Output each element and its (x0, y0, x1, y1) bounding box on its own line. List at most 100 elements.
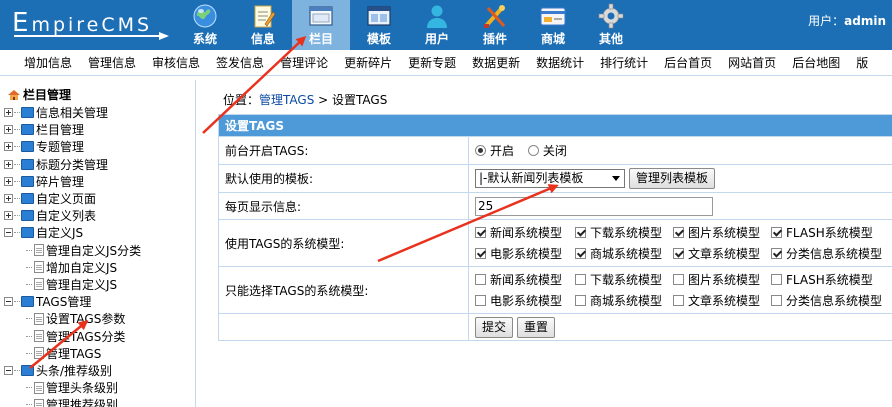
gear-icon (598, 3, 624, 29)
sidebar-item-custom-page[interactable]: 自定义页面 (4, 190, 141, 207)
subnav-ranking-stats[interactable]: 排行统计 (592, 54, 656, 71)
checkbox-unchecked[interactable] (771, 295, 782, 306)
checkbox-use-classified-model[interactable]: 分类信息系统模型 (771, 245, 883, 262)
checkbox-unchecked[interactable] (575, 295, 586, 306)
expand-icon[interactable] (4, 211, 13, 221)
folder-open-icon (21, 296, 34, 308)
sidebar-item-info-related[interactable]: 信息相关管理 (4, 104, 141, 121)
nav-user[interactable]: 用户 (408, 0, 466, 50)
sidebar-item-headline-level[interactable]: 头条/推荐级别 (4, 362, 141, 379)
checkbox-checked[interactable] (575, 227, 586, 238)
collapse-icon[interactable] (4, 228, 13, 238)
checkbox-checked[interactable] (575, 248, 586, 259)
sidebar-item-custom-list[interactable]: 自定义列表 (4, 207, 141, 224)
checkbox-use-shop-model[interactable]: 商城系统模型 (575, 245, 673, 262)
subnav-add-info[interactable]: 增加信息 (0, 54, 80, 71)
checkbox-checked[interactable] (475, 248, 486, 259)
page-icon (34, 330, 44, 343)
breadcrumb-link-manage-tags[interactable]: 管理TAGS (259, 93, 314, 107)
nav-info[interactable]: 信息 (234, 0, 292, 50)
folder-icon (21, 124, 34, 136)
sidebar-item-manage-headline-level[interactable]: 管理头条级别 (4, 379, 141, 396)
expand-icon[interactable] (4, 108, 13, 118)
subnav-update-fragments[interactable]: 更新碎片 (336, 54, 400, 71)
sidebar-item-fragment-manage[interactable]: 碎片管理 (4, 173, 141, 190)
sidebar-item-manage-js[interactable]: 管理自定义JS (4, 276, 141, 293)
subnav-sign-info[interactable]: 签发信息 (208, 54, 272, 71)
checkbox-only-classified-model[interactable]: 分类信息系统模型 (771, 292, 883, 309)
sidebar-item-column-manage[interactable]: 栏目管理 (4, 121, 141, 138)
submit-button[interactable]: 提交 (475, 316, 514, 338)
expand-icon[interactable] (4, 194, 13, 204)
radio-disable[interactable] (527, 145, 539, 156)
subnav-manage-comments[interactable]: 管理评论 (272, 54, 336, 71)
sidebar-item-custom-js[interactable]: 自定义JS (4, 224, 141, 241)
subnav-data-stats[interactable]: 数据统计 (528, 54, 592, 71)
template-select[interactable]: |-默认新闻列表模板 (475, 169, 625, 188)
nav-template[interactable]: 模板 (350, 0, 408, 50)
subnav-update-topics[interactable]: 更新专题 (400, 54, 464, 71)
label-tags-models: 使用TAGS的系统模型: (218, 219, 469, 267)
per-page-input[interactable]: 25 (475, 196, 713, 216)
expand-icon[interactable] (4, 125, 13, 135)
sidebar-tree: 信息相关管理 栏目管理 专题管理 标题分类管理 碎片管理 自定义页面 自定义列表… (4, 104, 141, 407)
subnav-admin-map[interactable]: 后台地图 (784, 54, 848, 71)
sidebar-item-manage-tags-category[interactable]: 管理TAGS分类 (4, 327, 141, 344)
checkbox-unchecked[interactable] (673, 274, 684, 285)
radio-enable[interactable] (475, 145, 486, 156)
checkbox-unchecked[interactable] (575, 274, 586, 285)
checkbox-only-article-model[interactable]: 文章系统模型 (673, 292, 771, 309)
label-select-tags-models: 只能选择TAGS的系统模型: (218, 266, 469, 314)
sidebar-item-tags-manage[interactable]: TAGS管理 (4, 293, 141, 310)
checkbox-only-movie-model[interactable]: 电影系统模型 (475, 292, 575, 309)
checkbox-use-download-model[interactable]: 下载系统模型 (575, 224, 673, 241)
manage-list-template-button[interactable]: 管理列表模板 (629, 168, 716, 189)
sidebar-item-set-tags-params[interactable]: 设置TAGS参数 (4, 310, 141, 327)
subnav-review-info[interactable]: 审核信息 (144, 54, 208, 71)
checkbox-only-shop-model[interactable]: 商城系统模型 (575, 292, 673, 309)
checkbox-checked[interactable] (771, 248, 782, 259)
breadcrumb-current: 设置TAGS (332, 93, 388, 107)
checkbox-checked[interactable] (673, 248, 684, 259)
sidebar-item-manage-js-category[interactable]: 管理自定义JS分类 (4, 242, 141, 259)
checkbox-unchecked[interactable] (771, 274, 782, 285)
checkbox-use-flash-model[interactable]: FLASH系统模型 (771, 224, 883, 241)
nav-other[interactable]: 其他 (582, 0, 640, 50)
sidebar-item-manage-recommend-level[interactable]: 管理推荐级别 (4, 396, 141, 407)
checkbox-unchecked[interactable] (475, 295, 486, 306)
page-icon (34, 261, 44, 274)
checkbox-use-photo-model[interactable]: 图片系统模型 (673, 224, 771, 241)
checkbox-only-news-model[interactable]: 新闻系统模型 (475, 271, 575, 288)
expand-icon[interactable] (4, 142, 13, 152)
checkbox-only-flash-model[interactable]: FLASH系统模型 (771, 271, 883, 288)
nav-system[interactable]: 系统 (176, 0, 234, 50)
checkbox-unchecked[interactable] (475, 274, 486, 285)
subnav-manage-info[interactable]: 管理信息 (80, 54, 144, 71)
nav-shop[interactable]: 商城 (524, 0, 582, 50)
checkbox-checked[interactable] (771, 227, 782, 238)
checkbox-only-download-model[interactable]: 下载系统模型 (575, 271, 673, 288)
sidebar-item-title-category[interactable]: 标题分类管理 (4, 156, 141, 173)
nav-column[interactable]: 栏目 (292, 0, 350, 50)
subnav-site-home[interactable]: 网站首页 (720, 54, 784, 71)
checkbox-use-movie-model[interactable]: 电影系统模型 (475, 245, 575, 262)
subnav-admin-home[interactable]: 后台首页 (656, 54, 720, 71)
sidebar-item-topic-manage[interactable]: 专题管理 (4, 138, 141, 155)
collapse-icon[interactable] (4, 297, 13, 307)
checkbox-unchecked[interactable] (673, 295, 684, 306)
checkbox-use-news-model[interactable]: 新闻系统模型 (475, 224, 575, 241)
checkbox-only-photo-model[interactable]: 图片系统模型 (673, 271, 771, 288)
subnav-data-update[interactable]: 数据更新 (464, 54, 528, 71)
reset-button[interactable]: 重置 (517, 316, 556, 338)
sidebar-item-add-js[interactable]: 增加自定义JS (4, 259, 141, 276)
nav-plugin[interactable]: 插件 (466, 0, 524, 50)
checkbox-use-article-model[interactable]: 文章系统模型 (673, 245, 771, 262)
subnav-version[interactable]: 版 (848, 54, 876, 71)
checkbox-checked[interactable] (673, 227, 684, 238)
folder-open-icon (21, 227, 34, 239)
expand-icon[interactable] (4, 176, 13, 186)
sidebar-item-manage-tags[interactable]: 管理TAGS (4, 345, 141, 362)
collapse-icon[interactable] (4, 365, 13, 375)
expand-icon[interactable] (4, 159, 13, 169)
checkbox-checked[interactable] (475, 227, 486, 238)
